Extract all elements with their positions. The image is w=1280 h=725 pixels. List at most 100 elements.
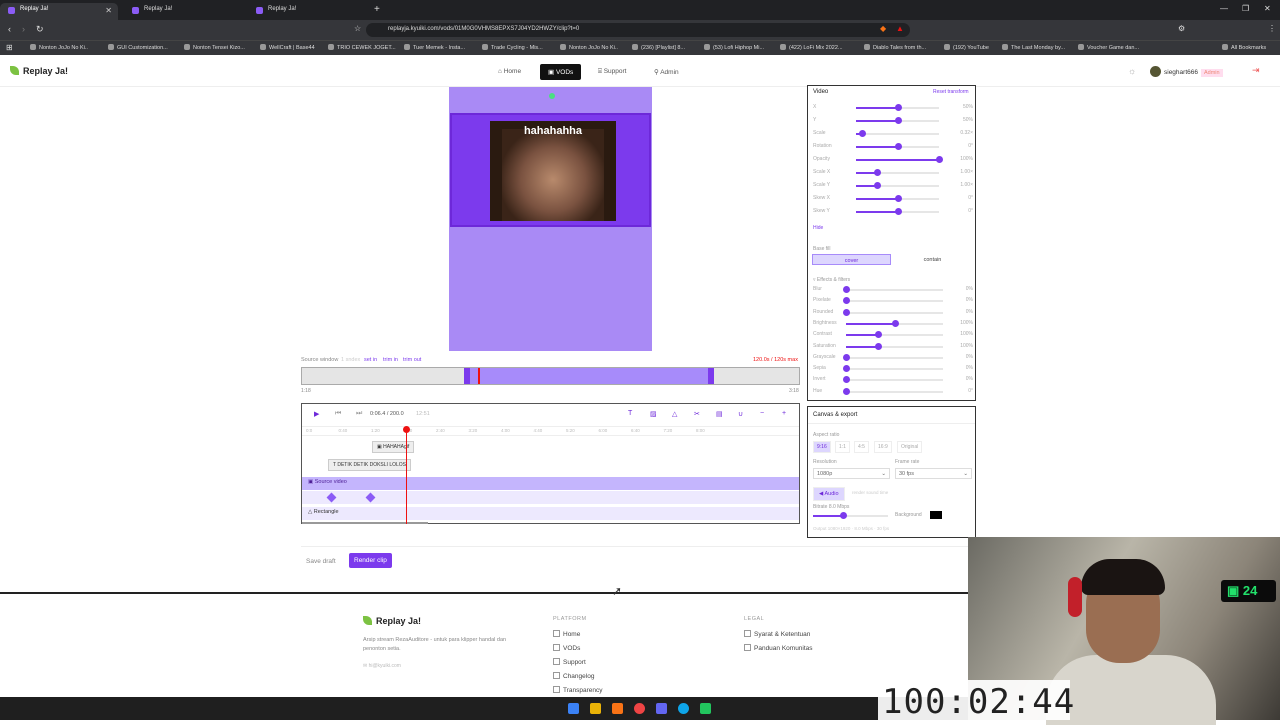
- slider-row[interactable]: Scale 0.32×: [813, 129, 973, 139]
- aspect-original[interactable]: Original: [897, 441, 923, 453]
- aspect-16-9[interactable]: 16:9: [874, 441, 892, 453]
- bookmark-item[interactable]: Nonton Tensei Kizo...: [184, 44, 245, 51]
- text-tool-icon[interactable]: T: [628, 410, 632, 417]
- footer-logo[interactable]: Replay Ja!: [363, 616, 421, 626]
- bookmark-item[interactable]: (192) YouTube: [944, 44, 989, 51]
- slider-row[interactable]: Y 50%: [813, 116, 973, 126]
- trim-handle-end[interactable]: [708, 368, 714, 384]
- footer-link-changelog[interactable]: Changelog: [553, 672, 594, 680]
- keyframe-diamond[interactable]: [365, 492, 376, 503]
- shape-tool-icon[interactable]: △: [672, 410, 677, 418]
- close-icon[interactable]: ✕: [105, 6, 112, 15]
- slider-track[interactable]: [843, 308, 943, 316]
- slider-track[interactable]: [856, 208, 939, 215]
- reset-transform-link[interactable]: Reset transform: [933, 89, 969, 95]
- start-icon[interactable]: [568, 703, 579, 714]
- rewards-icon[interactable]: ▲: [896, 24, 904, 33]
- user-menu[interactable]: sieghart666 Admin: [1150, 66, 1223, 77]
- slider-knob[interactable]: [894, 143, 902, 150]
- trim-handle-start[interactable]: [464, 368, 470, 384]
- window-close-icon[interactable]: ✕: [1264, 4, 1271, 13]
- bookmark-item[interactable]: TRIO CEWEK JOGET...: [328, 44, 396, 51]
- apps-icon[interactable]: ⊞: [6, 43, 13, 52]
- slider-row[interactable]: Opacity 100%: [813, 155, 973, 165]
- track-source-video[interactable]: ▣ Source video: [302, 477, 799, 490]
- audio-toggle[interactable]: ◀ Audio: [813, 487, 845, 501]
- fit-cover-button[interactable]: cover: [812, 254, 891, 265]
- slider-knob[interactable]: [894, 195, 902, 202]
- slider-knob[interactable]: [873, 169, 881, 176]
- slider-track[interactable]: [846, 331, 943, 339]
- framerate-select[interactable]: 30 fps ⌄: [895, 468, 972, 479]
- slider-track[interactable]: [856, 195, 939, 202]
- slider-knob[interactable]: [875, 342, 882, 350]
- app-icon[interactable]: [700, 703, 711, 714]
- slider-row[interactable]: Blur 0%: [813, 285, 973, 295]
- new-tab-icon[interactable]: +: [374, 4, 380, 15]
- hide-link[interactable]: Hide: [813, 225, 823, 231]
- aspect-1-1[interactable]: 1:1: [835, 441, 850, 453]
- gif-layer[interactable]: hahahahha: [450, 113, 651, 227]
- clip-gif[interactable]: ▣ HAHAHAgif: [372, 441, 415, 453]
- split-icon[interactable]: ✂: [694, 410, 700, 418]
- slider-track[interactable]: [843, 286, 943, 293]
- render-clip-button[interactable]: Render clip: [349, 553, 392, 568]
- step-back-icon[interactable]: ⏮: [335, 410, 341, 418]
- aspect-4-5[interactable]: 4:5: [854, 441, 869, 453]
- trim-tab[interactable]: trim in: [383, 357, 398, 363]
- all-bookmarks[interactable]: All Bookmarks: [1222, 44, 1266, 51]
- footer-link-terms[interactable]: Syarat & Ketentuan: [744, 630, 810, 638]
- clip-text[interactable]: T DETIK DETIK DOKSLI LOLOS: [328, 459, 411, 471]
- back-icon[interactable]: ‹: [8, 24, 11, 34]
- aspect-9-16[interactable]: 9:16: [813, 441, 831, 453]
- slider-knob[interactable]: [843, 297, 850, 305]
- fit-contain-button[interactable]: contain: [893, 254, 972, 265]
- slider-knob[interactable]: [843, 387, 850, 395]
- save-draft-button[interactable]: Save draft: [301, 554, 341, 569]
- discord-icon[interactable]: [656, 703, 667, 714]
- anchor-dot[interactable]: [549, 93, 555, 99]
- slider-knob[interactable]: [843, 308, 850, 316]
- chrome-icon[interactable]: [634, 703, 645, 714]
- nav-vods[interactable]: ▣ VODs: [540, 64, 582, 80]
- browser-tab[interactable]: Replay Ja!: [248, 3, 366, 20]
- slider-knob[interactable]: [894, 104, 902, 111]
- slider-track[interactable]: [856, 104, 939, 111]
- slider-knob[interactable]: [936, 156, 943, 163]
- bookmark-item[interactable]: Voucher Game dan...: [1078, 44, 1139, 51]
- slider-row[interactable]: Brightness 100%: [813, 319, 973, 329]
- magnet-icon[interactable]: ∪: [738, 410, 743, 418]
- nav-admin[interactable]: ⚲ Admin: [646, 64, 687, 80]
- slider-track[interactable]: [846, 342, 943, 350]
- address-bar[interactable]: replayja.kyuiki.com/vods/01M0G0VHMS8EPXS…: [366, 23, 910, 37]
- reload-icon[interactable]: ↻: [36, 24, 44, 35]
- bookmark-item[interactable]: Trade Cycling - Mis...: [482, 44, 543, 51]
- browser-tab[interactable]: Replay Ja! ✕: [0, 3, 118, 20]
- slider-knob[interactable]: [875, 331, 882, 339]
- footer-link-home[interactable]: Home: [553, 630, 580, 638]
- bookmark-item[interactable]: Tuer Memek - Insta...: [404, 44, 465, 51]
- resolution-select[interactable]: 1080p ⌄: [813, 468, 890, 479]
- bookmark-item[interactable]: (53) Lofi Hiphop Mi...: [704, 44, 764, 51]
- slider-track[interactable]: [856, 143, 939, 150]
- menu-icon[interactable]: ⋮: [1268, 24, 1276, 33]
- slider-row[interactable]: Rounded 0%: [813, 308, 973, 318]
- slider-row[interactable]: Skew X 0°: [813, 194, 973, 204]
- footer-link-support[interactable]: Support: [553, 658, 586, 666]
- bitrate-slider[interactable]: [813, 511, 888, 521]
- delete-icon[interactable]: ▤: [716, 410, 723, 418]
- minimize-icon[interactable]: —: [1220, 4, 1228, 13]
- slider-row[interactable]: Invert 0%: [813, 375, 973, 385]
- keyframe-diamond[interactable]: [326, 492, 337, 503]
- slider-knob[interactable]: [858, 130, 866, 137]
- slider-track[interactable]: [856, 130, 939, 137]
- image-tool-icon[interactable]: ▨: [650, 410, 657, 418]
- slider-knob[interactable]: [873, 182, 881, 189]
- logout-icon[interactable]: ⇥: [1252, 65, 1260, 76]
- slider-knob[interactable]: [840, 512, 847, 519]
- slider-row[interactable]: Saturation 100%: [813, 342, 973, 352]
- trim-tab[interactable]: set in: [364, 357, 377, 363]
- bookmark-item[interactable]: GUI Customization...: [108, 44, 168, 51]
- slider-row[interactable]: Pixelate 0%: [813, 296, 973, 306]
- slider-row[interactable]: Scale Y 1.00×: [813, 181, 973, 191]
